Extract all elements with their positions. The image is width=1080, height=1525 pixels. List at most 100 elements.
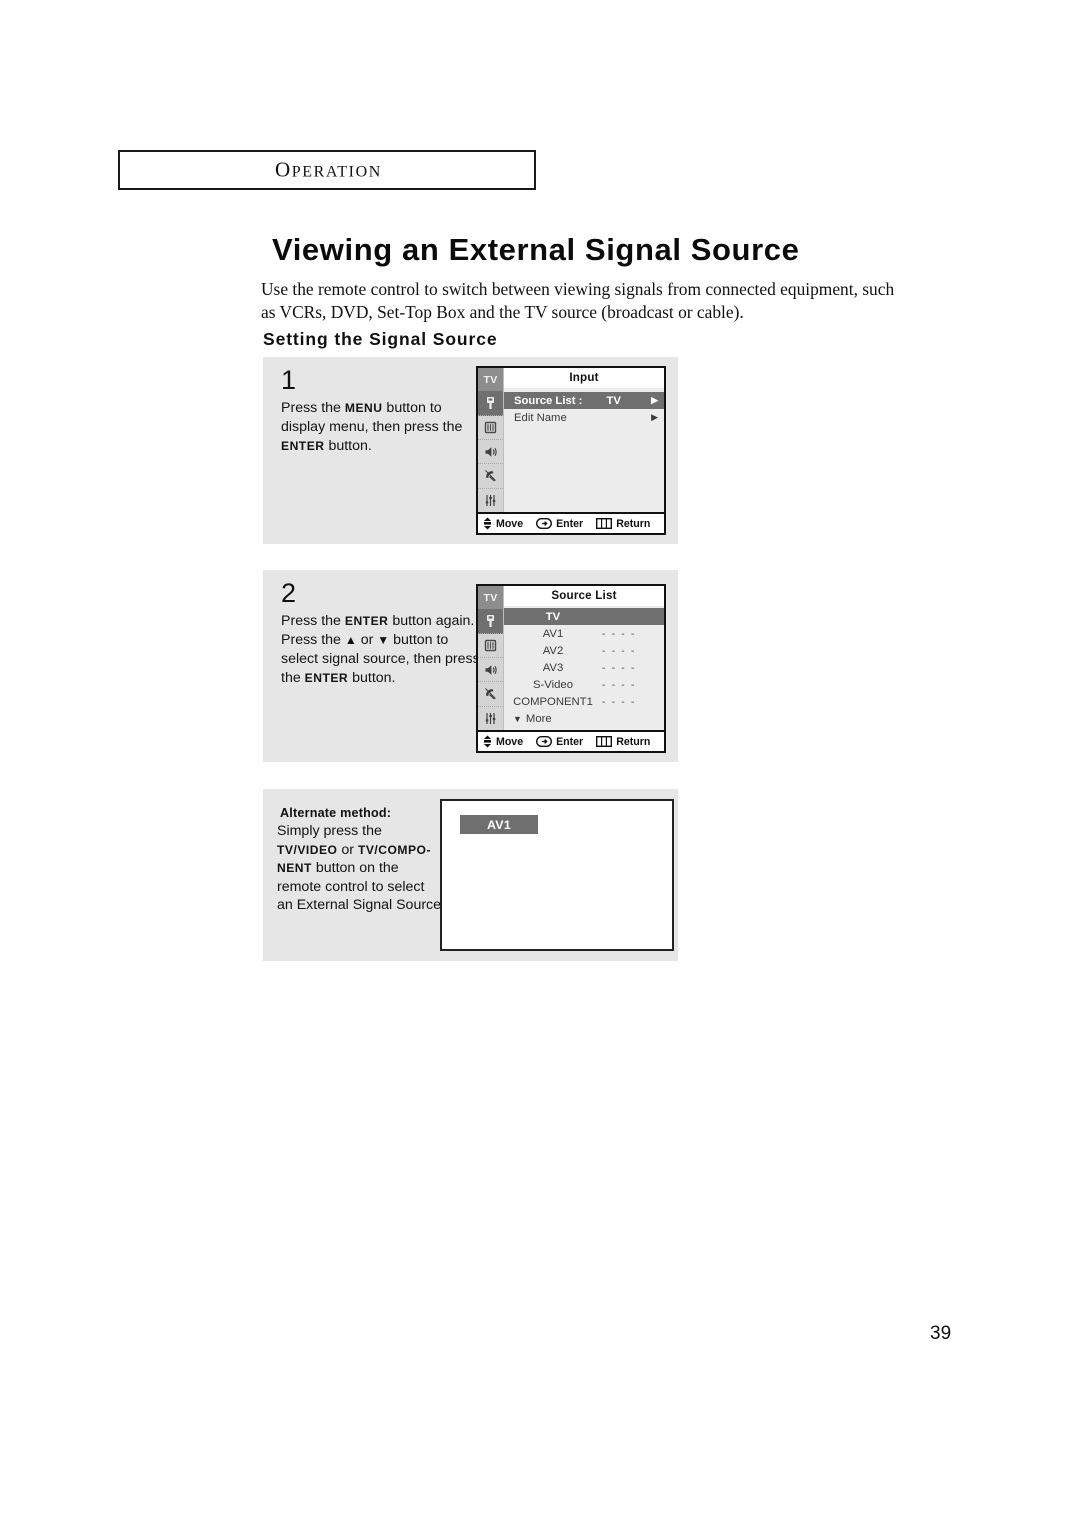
osd-input-icon-rail: TV <box>478 368 504 512</box>
alternate-mid: or <box>337 841 358 858</box>
step-2-key-enter-1: ENTER <box>344 614 389 628</box>
chapter-title-rest: PERATION <box>291 163 382 181</box>
osd-input-rows: Source List : TV ▶ Edit Name ▶ <box>504 388 664 512</box>
osd-source-list-menu: TV Source List TV AV1 - - - - AV2 - - - … <box>476 584 666 753</box>
step-2-text-c: or <box>356 632 378 648</box>
menu-item-source-list-label: Source List : <box>514 394 583 407</box>
picture-icon[interactable] <box>478 634 503 658</box>
source-item-av3-label: AV3 <box>542 661 564 674</box>
source-item-tv[interactable]: TV <box>504 608 664 625</box>
osd-tv-tag: TV <box>478 368 503 392</box>
alternate-key-tv-component-cont: NENT <box>277 861 312 875</box>
footer-enter-label: Enter <box>556 735 584 748</box>
osd-input-body: TV Input Source List: TV ▶ Edit Name ▶ <box>478 368 664 512</box>
osd-input-menu: TV Input Source List: TV ▶ Edit Name ▶ … <box>476 366 666 535</box>
return-key-icon <box>596 736 613 747</box>
source-item-tv-label: TV <box>545 610 561 623</box>
footer-return-label: Return <box>616 735 651 748</box>
enter-key-icon <box>536 736 553 747</box>
alternate-key-tv-component: TV/COMPO- <box>357 842 431 857</box>
footer-move-label: Move <box>496 517 524 530</box>
alternate-key-tv-video: TV/VIDEO <box>277 842 338 857</box>
source-item-av1-label: AV1 <box>542 627 564 640</box>
osd-input-content: Input Source List : TV ▶ Edit Name ▶ <box>504 368 664 512</box>
step-1-instruction: Press the MENU button to display menu, t… <box>281 399 471 456</box>
chapter-header-box: OPERATION <box>118 150 536 190</box>
alternate-line-2: button on the <box>311 860 399 876</box>
updown-arrow-icon <box>483 517 492 530</box>
source-item-av2-label: AV2 <box>542 644 564 657</box>
alternate-method-heading: Alternate method: <box>280 806 392 820</box>
source-item-av2[interactable]: AV2 - - - - <box>504 642 664 659</box>
osd-tv-tag: TV <box>478 586 503 610</box>
input-source-icon[interactable] <box>478 391 503 416</box>
osd-source-list-footer: Move Enter Return <box>478 730 664 751</box>
sound-speaker-icon[interactable] <box>478 440 503 465</box>
step-2-text-e: button. <box>348 670 396 686</box>
picture-icon[interactable] <box>478 416 503 440</box>
chevron-right-icon: ▶ <box>651 395 658 405</box>
intro-paragraph: Use the remote control to switch between… <box>261 279 895 322</box>
footer-return: Return <box>596 518 650 530</box>
setup-sliders-icon[interactable] <box>478 489 503 512</box>
alternate-line-4: an External Signal Source. <box>277 897 445 913</box>
step-1-text-c: button. <box>324 438 372 454</box>
alternate-method-text: Simply press the TV/VIDEO or TV/COMPO- NEN… <box>277 822 452 915</box>
osd-input-title: Input <box>504 368 664 388</box>
footer-move: Move <box>483 517 523 530</box>
step-1-number: 1 <box>281 365 297 395</box>
source-item-component1[interactable]: COMPONENT1 - - - - <box>504 693 664 710</box>
chapter-title-initial: O <box>275 157 292 182</box>
source-item-svideo-label: S-Video <box>533 678 573 691</box>
return-key-icon <box>596 518 613 529</box>
menu-item-edit-name-label: Edit Name <box>514 411 567 424</box>
enter-key-icon <box>536 518 553 529</box>
source-item-svideo[interactable]: S-Video - - - - <box>504 676 664 693</box>
menu-item-source-list-value: TV <box>606 394 621 407</box>
source-item-av3-dashes: - - - - <box>602 661 636 674</box>
step-2-key-enter-2: ENTER <box>304 671 349 685</box>
footer-move: Move <box>483 735 523 748</box>
sound-speaker-icon[interactable] <box>478 658 503 683</box>
input-source-icon[interactable] <box>478 609 503 634</box>
up-arrow-icon: ▲ <box>344 633 357 647</box>
source-list-more-label: More <box>525 712 552 725</box>
step-1-key-enter: ENTER <box>281 439 325 453</box>
alternate-line-3: remote control to select <box>277 878 425 895</box>
step-2-number: 2 <box>281 578 297 608</box>
footer-return-label: Return <box>616 517 651 530</box>
footer-enter: Enter <box>536 736 583 748</box>
section-subtitle: Setting the Signal Source <box>263 329 498 349</box>
menu-item-source-list[interactable]: Source List : TV ▶ <box>504 392 664 409</box>
menu-item-edit-name[interactable]: Edit Name ▶ <box>504 409 664 426</box>
osd-source-list-icon-rail: TV <box>478 586 504 730</box>
source-item-av3[interactable]: AV3 - - - - <box>504 659 664 676</box>
step-2-instruction: Press the ENTER button again. Press the … <box>281 612 481 688</box>
down-arrow-icon: ▼ <box>377 633 390 647</box>
source-item-av2-dashes: - - - - <box>602 644 636 657</box>
step-1-text-a: Press the <box>281 400 345 416</box>
down-triangle-icon: ▼ <box>513 713 522 724</box>
source-item-component1-label: COMPONENT1 <box>513 695 593 708</box>
alternate-line-1: Simply press the <box>277 823 382 839</box>
osd-source-list-title: Source List <box>504 586 664 606</box>
footer-enter: Enter <box>536 518 583 530</box>
footer-return: Return <box>596 736 650 748</box>
step-1-key-menu: MENU <box>344 401 383 415</box>
osd-input-footer: Move Enter Return <box>478 512 664 533</box>
source-item-component1-dashes: - - - - <box>602 695 636 708</box>
page-number: 39 <box>930 1323 952 1344</box>
source-item-av1[interactable]: AV1 - - - - <box>504 625 664 642</box>
footer-move-label: Move <box>496 735 524 748</box>
tv-screen-preview: AV1 <box>440 799 674 951</box>
page-title: Viewing an External Signal Source <box>272 232 800 267</box>
footer-enter-label: Enter <box>556 517 584 530</box>
chevron-right-icon: ▶ <box>651 412 658 422</box>
updown-arrow-icon <box>483 735 492 748</box>
source-list-more[interactable]: ▼ More <box>504 710 664 727</box>
setup-sliders-icon[interactable] <box>478 707 503 730</box>
tv-screen-source-badge: AV1 <box>460 815 538 834</box>
source-item-svideo-dashes: - - - - <box>602 678 636 691</box>
channel-antenna-icon[interactable] <box>478 682 503 707</box>
channel-antenna-icon[interactable] <box>478 464 503 489</box>
